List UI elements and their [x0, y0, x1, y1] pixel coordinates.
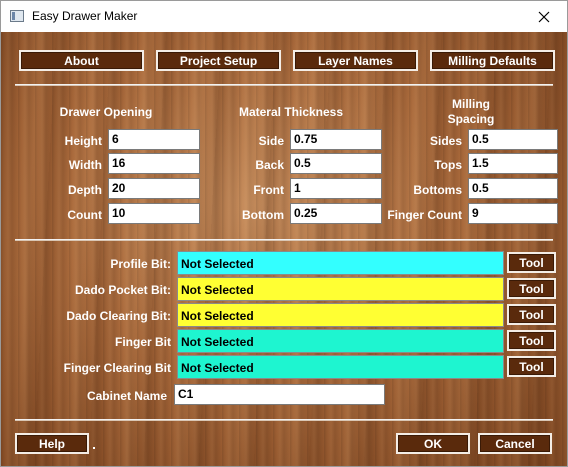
dado-clearing-bit-tool-button[interactable]: Tool	[507, 304, 556, 325]
back-input[interactable]: 0.5	[290, 153, 382, 174]
divider-middle	[15, 239, 553, 241]
milling-spacing-header: Milling Spacing	[447, 97, 495, 126]
profile-bit-label: Profile Bit:	[110, 257, 171, 271]
cancel-button[interactable]: Cancel	[478, 433, 552, 454]
finger-clearing-bit-label: Finger Clearing Bit	[63, 361, 171, 375]
back-label: Back	[255, 158, 284, 172]
profile-bit-tool-button[interactable]: Tool	[507, 252, 556, 273]
profile-bit-field[interactable]: Not Selected	[177, 251, 504, 275]
tops-label: Tops	[434, 158, 462, 172]
dado-pocket-bit-field[interactable]: Not Selected	[177, 277, 504, 301]
app-window-icon	[10, 10, 24, 22]
title-bar: Easy Drawer Maker	[1, 1, 567, 32]
finger-bit-label: Finger Bit	[115, 335, 171, 349]
count-label: Count	[67, 208, 102, 222]
divider-bottom	[15, 419, 553, 421]
sides-label: Sides	[429, 134, 462, 148]
milling-defaults-button[interactable]: Milling Defaults	[430, 50, 555, 71]
finger-clearing-bit-tool-button[interactable]: Tool	[507, 356, 556, 377]
close-icon	[538, 11, 550, 22]
dado-pocket-bit-label: Dado Pocket Bit:	[74, 283, 171, 297]
height-input[interactable]: 6	[108, 129, 200, 150]
count-input[interactable]: 10	[108, 203, 200, 224]
window-title: Easy Drawer Maker	[32, 9, 138, 23]
project-setup-button[interactable]: Project Setup	[156, 50, 281, 71]
front-input[interactable]: 1	[290, 178, 382, 199]
material-thickness-header: Materal Thickness	[238, 105, 344, 119]
height-label: Height	[64, 134, 102, 148]
depth-label: Depth	[68, 183, 102, 197]
finger-count-input[interactable]: 9	[468, 203, 558, 224]
width-label: Width	[68, 158, 102, 172]
depth-input[interactable]: 20	[108, 178, 200, 199]
width-input[interactable]: 16	[108, 153, 200, 174]
cabinet-name-label: Cabinet Name	[86, 389, 167, 403]
sides-input[interactable]: 0.5	[468, 129, 558, 150]
cabinet-name-input[interactable]: C1	[174, 384, 385, 405]
drawer-opening-header: Drawer Opening	[59, 105, 153, 119]
bottoms-input[interactable]: 0.5	[468, 178, 558, 199]
dado-clearing-bit-field[interactable]: Not Selected	[177, 303, 504, 327]
help-button[interactable]: Help	[15, 433, 89, 454]
bottom-label: Bottom	[242, 208, 284, 222]
dot-marker	[93, 447, 95, 449]
side-input[interactable]: 0.75	[290, 129, 382, 150]
finger-count-label: Finger Count	[387, 208, 462, 222]
layer-names-button[interactable]: Layer Names	[293, 50, 418, 71]
divider-top	[15, 84, 553, 86]
tops-input[interactable]: 1.5	[468, 153, 558, 174]
close-button[interactable]	[521, 1, 567, 32]
finger-bit-tool-button[interactable]: Tool	[507, 330, 556, 351]
finger-bit-field[interactable]: Not Selected	[177, 329, 504, 353]
ok-button[interactable]: OK	[396, 433, 470, 454]
main-window: Easy Drawer Maker About Project Setup La…	[0, 0, 568, 467]
bottom-input[interactable]: 0.25	[290, 203, 382, 224]
finger-clearing-bit-field[interactable]: Not Selected	[177, 355, 504, 379]
about-button[interactable]: About	[19, 50, 144, 71]
bottoms-label: Bottoms	[413, 183, 462, 197]
dado-clearing-bit-label: Dado Clearing Bit:	[66, 309, 171, 323]
dado-pocket-bit-tool-button[interactable]: Tool	[507, 278, 556, 299]
side-label: Side	[258, 134, 284, 148]
front-label: Front	[253, 183, 284, 197]
client-area: About Project Setup Layer Names Milling …	[1, 32, 567, 466]
